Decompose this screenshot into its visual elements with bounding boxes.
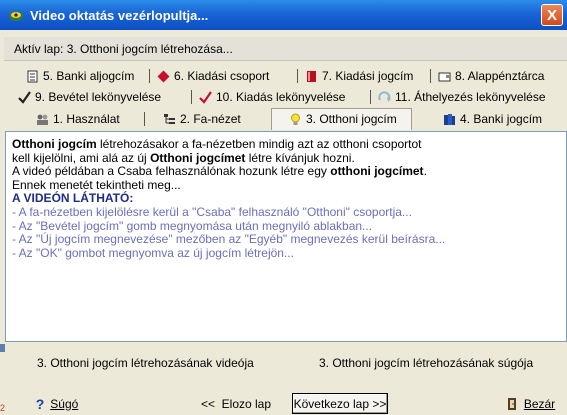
tab-alappenztarca[interactable]: 8. Alappénztárca — [438, 66, 544, 86]
close-dialog-label: Bezár — [523, 396, 556, 411]
help-button-label: Súgó — [50, 396, 79, 411]
list-item: - A fa-nézetben kijelölésre kerül a "Csa… — [12, 204, 412, 219]
window-title: Video oktatás vezérlopultja... — [30, 7, 209, 23]
question-mark-icon: ? — [35, 395, 45, 412]
text-span: létrehozásakor a fa-nézetben mindig azt … — [96, 137, 422, 151]
text-span: . — [423, 164, 427, 179]
wallet-icon — [438, 72, 451, 81]
list-item: - Az "OK" gombot megnyomva az új jogcím … — [12, 245, 294, 260]
bold-term: Otthoni jogcímet — [150, 150, 246, 165]
tab-banki-jogcim[interactable]: 4. Banki jogcím — [443, 109, 542, 129]
tab-hasznalat[interactable]: 1. Használat — [36, 109, 120, 129]
video-app-icon — [9, 11, 23, 21]
close-icon: X — [546, 6, 557, 24]
previous-page-label: << Elozo lap — [200, 396, 272, 411]
tab-label: 1. Használat — [53, 112, 120, 126]
tab-divider — [370, 90, 371, 104]
tab-label: 6. Kiadási csoport — [174, 69, 270, 83]
users-icon — [37, 114, 48, 125]
help-button[interactable]: ? Súgó — [27, 393, 87, 414]
tab-label: 2. Fa-nézet — [180, 112, 241, 126]
tab-label: 9. Bevétel lekönyvelése — [35, 90, 162, 104]
close-dialog-button[interactable]: Bezár — [500, 393, 562, 414]
intro-paragraph: Otthoni jogcím létrehozásakor a fa-nézet… — [12, 137, 560, 192]
list-item: - Az "Új jogcím megnevezése" mezőben az … — [12, 232, 446, 247]
tab-bevetel-lekonyvelese[interactable]: 9. Bevétel lekönyvelése — [18, 87, 161, 107]
tab-row-2: 9. Bevétel lekönyvelése 10. Kiadás lekön… — [0, 87, 567, 107]
tab-label: 5. Banki aljogcím — [43, 69, 135, 83]
checkmark-icon — [18, 90, 31, 104]
tab-otthoni-jogcim[interactable]: 3. Otthoni jogcím — [289, 109, 397, 129]
text-span: A videó példában a Csaba felhasználónak … — [12, 164, 331, 179]
tutorial-content-panel: Otthoni jogcím létrehozásakor a fa-nézet… — [5, 131, 567, 342]
tab-divider — [149, 69, 150, 83]
text-span: Ennek menetét tekintheti meg... — [12, 177, 181, 192]
tab-label: 3. Otthoni jogcím — [306, 112, 397, 126]
tab-divider — [144, 112, 145, 126]
edge-number: 2 — [0, 403, 6, 413]
tab-fa-nezet[interactable]: 2. Fa-nézet — [163, 109, 241, 129]
tab-athelyezes-lekonyvelese[interactable]: 11. Áthelyezés lekönyvelése — [378, 87, 546, 107]
active-tab-label: Aktív lap: 3. Otthoni jogcím létrehozása… — [14, 41, 233, 56]
previous-page-button[interactable]: << Elozo lap — [190, 393, 282, 414]
close-button[interactable]: X — [541, 4, 563, 26]
tab-kiadas-lekonyvelese[interactable]: 10. Kiadás lekönyvelése — [199, 87, 345, 107]
tab-row-3: 1. Használat 2. Fa-nézet 3. Otthoni jogc… — [0, 108, 567, 131]
text-span: létre kívánjuk hozni. — [245, 150, 355, 165]
tab-divider — [191, 90, 192, 104]
bottom-tab-bar: 3. Otthoni jogcím létrehozásának videója… — [0, 352, 567, 376]
lightbulb-icon — [291, 113, 300, 125]
red-diamond-icon — [157, 70, 170, 82]
active-tab-indicator: Aktív lap: 3. Otthoni jogcím létrehozása… — [4, 37, 567, 61]
tab-label: 10. Kiadás lekönyvelése — [216, 90, 346, 104]
tab-kiadasi-jogcim[interactable]: 7. Kiadási jogcím — [305, 66, 413, 86]
tab-label: 11. Áthelyezés lekönyvelése — [395, 90, 546, 104]
blue-books-icon — [444, 113, 455, 125]
door-exit-icon — [507, 397, 516, 410]
title-bar[interactable]: Video oktatás vezérlopultja... X — [0, 0, 567, 30]
tab-row-1: 5. Banki aljogcím 6. Kiadási csoport 7. … — [0, 66, 567, 86]
bold-term: Otthoni jogcím — [12, 137, 97, 151]
next-page-label: Következo lap >> — [293, 396, 387, 411]
tab-banki-aljogcim[interactable]: 5. Banki aljogcím — [26, 66, 134, 86]
video-contents-heading: A VIDEÓN LÁTHATÓ: — [12, 191, 134, 206]
tab-help[interactable]: 3. Otthoni jogcím létrehozásának súgója — [319, 356, 533, 370]
button-bar: ? Súgó << Elozo lap Következo lap >> Bez… — [0, 390, 567, 415]
tab-label: 7. Kiadási jogcím — [322, 69, 414, 83]
tab-label: 8. Alappénztárca — [455, 69, 545, 83]
tab-divider — [430, 69, 431, 83]
tab-divider — [297, 69, 298, 83]
tab-label: 4. Banki jogcím — [460, 112, 543, 126]
next-page-button[interactable]: Következo lap >> — [292, 393, 388, 414]
tree-view-icon — [164, 113, 175, 124]
red-book-icon — [307, 70, 316, 82]
transfer-arrow-icon — [378, 90, 391, 102]
main-window: Video oktatás vezérlopultja... X Aktív l… — [0, 0, 567, 415]
bold-term: otthoni jogcímet — [330, 164, 424, 179]
text-span: kell kijelölni, ami alá az új — [12, 150, 151, 165]
tab-video[interactable]: 3. Otthoni jogcím létrehozásának videója — [37, 356, 254, 370]
red-checkmark-icon — [199, 90, 212, 104]
tab-kiadasi-csoport[interactable]: 6. Kiadási csoport — [157, 66, 269, 86]
document-stack-icon — [27, 70, 38, 82]
